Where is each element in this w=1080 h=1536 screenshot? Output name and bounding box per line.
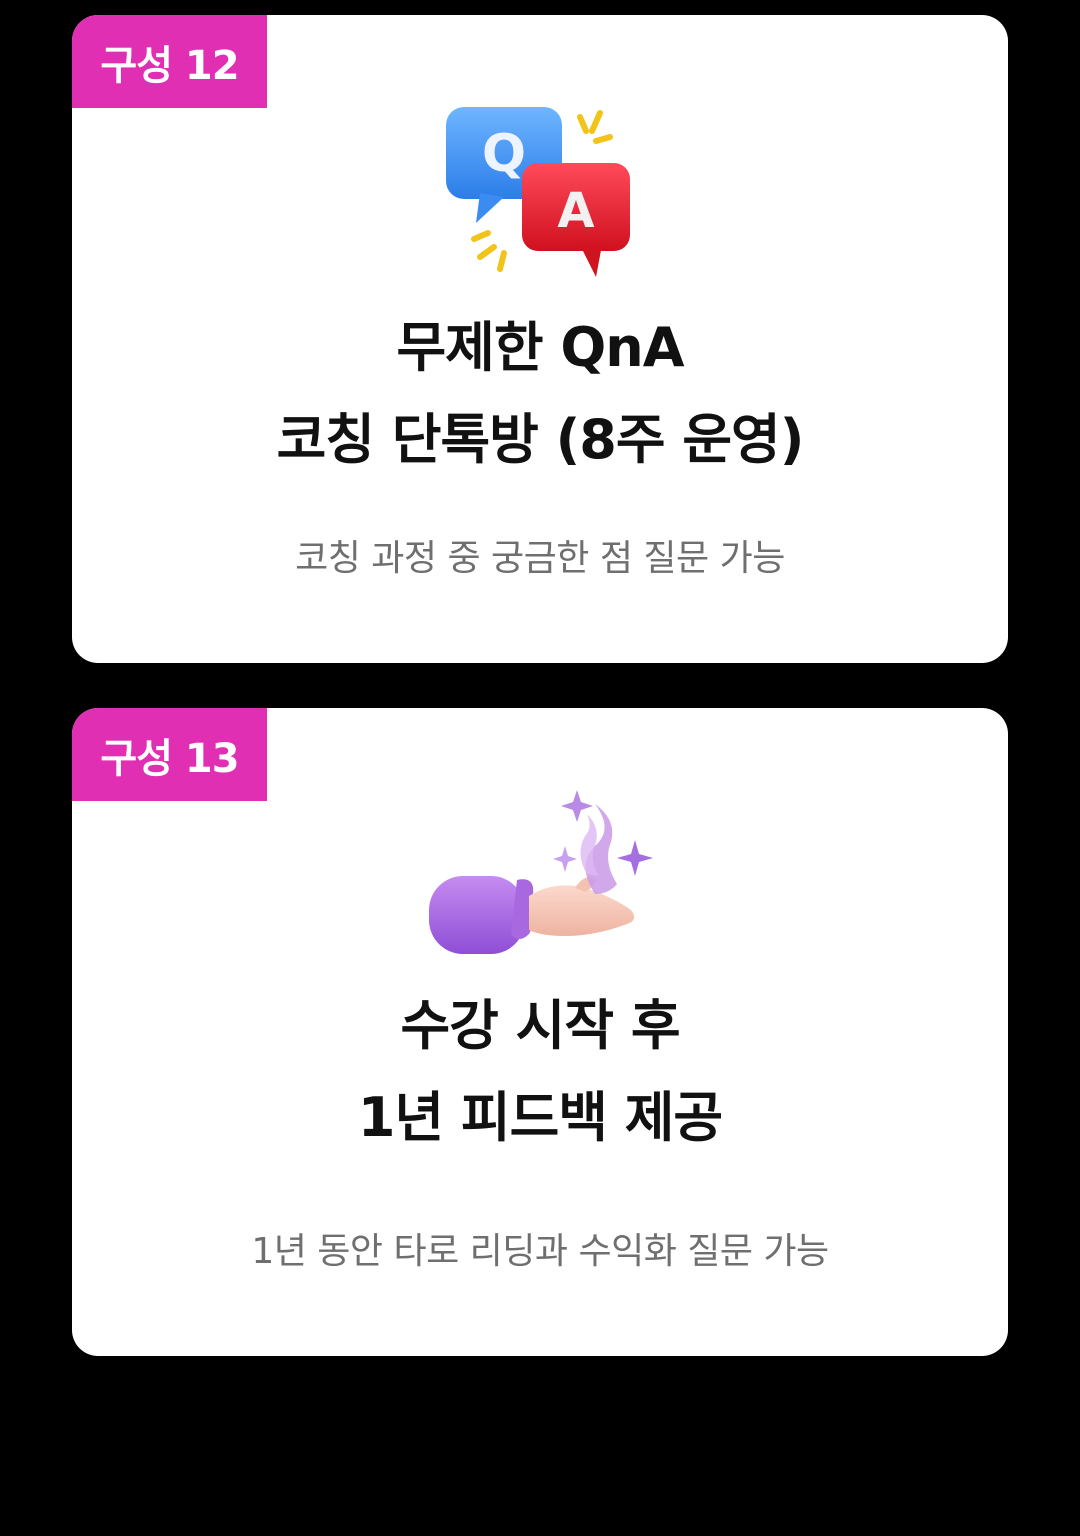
card-title-line1: 무제한 QnA <box>396 316 685 379</box>
qna-illustration: Q A <box>72 15 1008 285</box>
card-subtitle: 1년 동안 타로 리딩과 수익화 질문 가능 <box>251 1231 829 1272</box>
card-title: 무제한 QnA 코칭 단톡방 (8주 운영) <box>72 302 1008 486</box>
svg-text:A: A <box>557 183 594 239</box>
card-subtitle: 코칭 과정 중 궁금한 점 질문 가능 <box>295 538 785 579</box>
svg-text:Q: Q <box>482 124 526 184</box>
card-title-line2: 코칭 단톡방 (8주 운영) <box>276 408 805 471</box>
card-title-line2: 1년 피드백 제공 <box>357 1086 723 1149</box>
feature-card-feedback: 구성 13 수강 시작 후 1년 피드백 제공 1년 동안 타로 리딩과 수익화… <box>72 708 1008 1356</box>
magic-hand-icon <box>429 790 653 954</box>
hand-illustration <box>72 708 1008 978</box>
qna-speech-bubbles-icon: Q A <box>446 107 630 277</box>
card-title: 수강 시작 후 1년 피드백 제공 <box>72 980 1008 1164</box>
card-title-line1: 수강 시작 후 <box>400 994 681 1057</box>
feature-card-qna: 구성 12 Q A 무제한 QnA 코칭 단톡방 (8주 운영) 코칭 과정 중… <box>72 15 1008 663</box>
